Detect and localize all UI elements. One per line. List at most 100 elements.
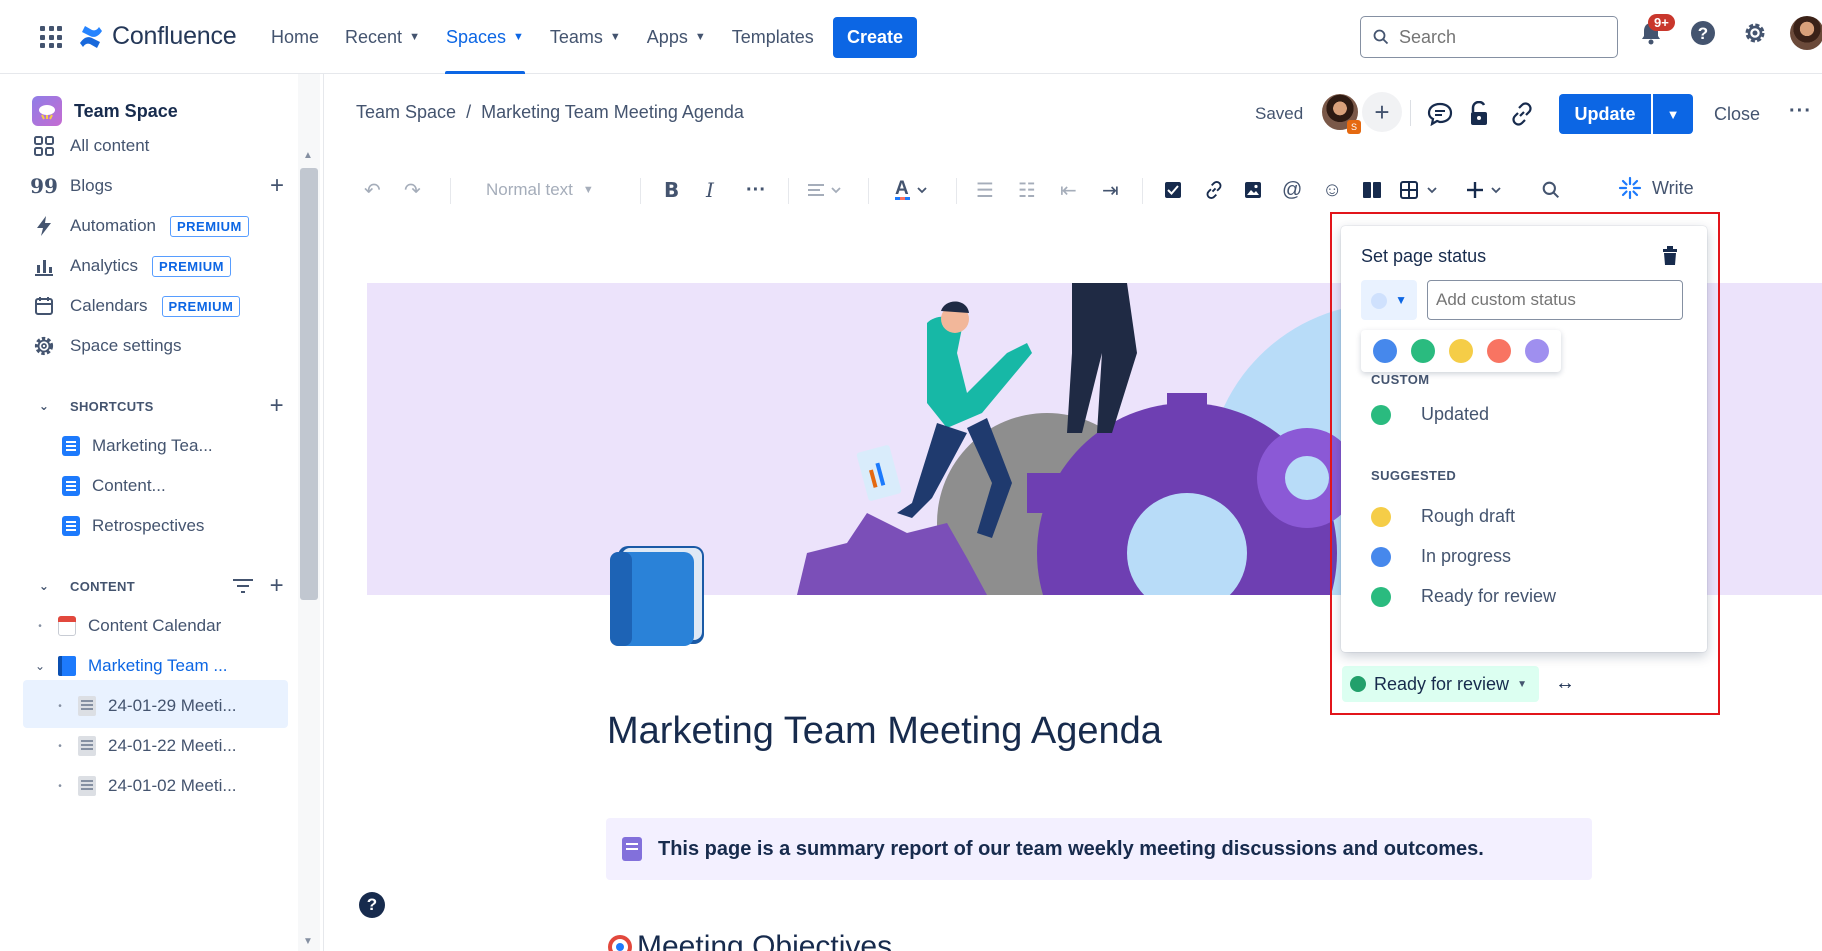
header-divider bbox=[1410, 100, 1411, 126]
space-header[interactable]: Team Space bbox=[32, 96, 178, 126]
bullet-list-icon[interactable]: ☰ bbox=[976, 176, 994, 204]
grid-icon bbox=[32, 136, 56, 156]
sidebar-item-blogs[interactable]: 99 Blogs + bbox=[30, 166, 294, 206]
inline-comment-button[interactable] bbox=[1426, 100, 1454, 128]
bold-icon[interactable]: B bbox=[664, 176, 679, 204]
more-actions-icon[interactable]: ··· bbox=[1789, 100, 1812, 123]
top-navigation: Confluence Home Recent ▼ Spaces ▼ Teams ▼ Apps ▼… bbox=[0, 0, 1822, 74]
section-heading[interactable]: Meeting Objectives bbox=[607, 930, 892, 951]
table-dropdown[interactable] bbox=[1400, 176, 1440, 204]
color-option[interactable] bbox=[1449, 339, 1473, 363]
cloud-icon bbox=[39, 105, 55, 120]
content-tree-item[interactable]: • 24-01-29 Meeti... bbox=[54, 686, 237, 726]
outdent-icon[interactable]: ⇤ bbox=[1060, 176, 1077, 204]
find-replace-icon[interactable] bbox=[1542, 176, 1560, 204]
settings-button[interactable] bbox=[1738, 16, 1772, 50]
shortcut-label: Retrospectives bbox=[92, 516, 205, 535]
sidebar-item-calendars[interactable]: Calendars PREMIUM bbox=[32, 286, 294, 326]
undo-icon[interactable]: ↶ bbox=[364, 176, 381, 204]
chevron-down-icon: ⌄ bbox=[38, 579, 50, 593]
color-option[interactable] bbox=[1487, 339, 1511, 363]
toolbar-divider bbox=[450, 178, 451, 204]
copy-link-button[interactable] bbox=[1508, 100, 1536, 128]
align-dropdown[interactable] bbox=[808, 176, 842, 204]
layout-icon[interactable] bbox=[1362, 176, 1382, 204]
breadcrumb-space[interactable]: Team Space bbox=[356, 102, 456, 123]
page-title[interactable]: Marketing Team Meeting Agenda bbox=[607, 710, 1162, 753]
svg-text:A: A bbox=[895, 178, 909, 199]
content-tree-item[interactable]: ⌄ Marketing Team ... bbox=[34, 646, 228, 686]
sidebar-scroll-thumb[interactable] bbox=[300, 168, 318, 600]
insert-image-icon[interactable] bbox=[1244, 176, 1262, 204]
redo-icon[interactable]: ↷ bbox=[404, 176, 421, 204]
nav-item-teams[interactable]: Teams ▼ bbox=[537, 0, 634, 74]
create-button[interactable]: Create bbox=[833, 17, 917, 58]
sidebar-item-all-content[interactable]: All content bbox=[32, 126, 294, 166]
content-tree-item[interactable]: • 24-01-22 Meeti... bbox=[54, 726, 237, 766]
mention-icon[interactable]: @ bbox=[1282, 176, 1302, 204]
scroll-up-icon[interactable]: ▲ bbox=[303, 150, 313, 161]
color-options bbox=[1361, 330, 1561, 372]
color-option[interactable] bbox=[1411, 339, 1435, 363]
add-content-icon[interactable]: + bbox=[270, 572, 284, 600]
help-button[interactable]: ? bbox=[1686, 16, 1720, 50]
invite-collaborator-button[interactable]: + bbox=[1362, 92, 1402, 132]
breadcrumb-page[interactable]: Marketing Team Meeting Agenda bbox=[481, 102, 744, 123]
scroll-down-icon[interactable]: ▼ bbox=[303, 936, 313, 947]
text-style-dropdown[interactable]: Normal text ▼ bbox=[486, 180, 594, 200]
nav-item-spaces[interactable]: Spaces ▼ bbox=[433, 0, 537, 74]
nav-item-apps[interactable]: Apps ▼ bbox=[634, 0, 719, 74]
numbered-list-icon[interactable]: ☷ bbox=[1018, 176, 1036, 204]
emoji-icon[interactable]: ☺ bbox=[1322, 176, 1342, 204]
page-emoji-book-icon[interactable] bbox=[608, 542, 708, 648]
nav-item-templates[interactable]: Templates bbox=[719, 0, 827, 74]
sidebar-item-label: Blogs bbox=[70, 176, 113, 195]
sidebar-item-analytics[interactable]: Analytics PREMIUM bbox=[32, 246, 294, 286]
shortcut-item[interactable]: Marketing Tea... bbox=[62, 426, 213, 466]
search-input[interactable] bbox=[1399, 26, 1599, 48]
chevron-down-icon[interactable]: ⌄ bbox=[34, 659, 46, 673]
sidebar-item-space-settings[interactable]: Space settings bbox=[32, 326, 294, 366]
search-box[interactable] bbox=[1360, 16, 1618, 58]
color-option[interactable] bbox=[1525, 339, 1549, 363]
indent-icon[interactable]: ⇥ bbox=[1102, 176, 1119, 204]
more-formatting-icon[interactable]: ··· bbox=[746, 176, 766, 204]
color-option[interactable] bbox=[1373, 339, 1397, 363]
insert-more-dropdown[interactable] bbox=[1466, 176, 1506, 204]
info-panel[interactable]: This page is a summary report of our tea… bbox=[606, 818, 1592, 880]
sidebar-item-automation[interactable]: Automation PREMIUM bbox=[32, 206, 294, 246]
update-options-button[interactable]: ▼ bbox=[1653, 94, 1693, 134]
add-shortcut-icon[interactable]: + bbox=[270, 392, 284, 420]
nav-item-home[interactable]: Home bbox=[258, 0, 332, 74]
chevron-down-icon: ▼ bbox=[609, 31, 621, 43]
toolbar-divider bbox=[956, 178, 957, 204]
notifications-button[interactable]: 9+ bbox=[1634, 14, 1675, 50]
content-tree-label: Marketing Team ... bbox=[88, 656, 228, 675]
shortcut-item[interactable]: Content... bbox=[62, 466, 166, 506]
bar-chart-icon bbox=[32, 256, 56, 276]
floating-help-icon[interactable]: ? bbox=[359, 892, 385, 918]
italic-icon[interactable]: I bbox=[706, 176, 714, 204]
shortcut-item[interactable]: Retrospectives bbox=[62, 506, 204, 546]
link-icon bbox=[1206, 181, 1222, 199]
ai-write-button[interactable]: Write bbox=[1618, 176, 1694, 200]
content-section-header[interactable]: ⌄ CONTENT + bbox=[32, 566, 294, 606]
filter-icon[interactable] bbox=[232, 578, 254, 594]
update-button[interactable]: Update bbox=[1559, 94, 1651, 134]
align-left-icon bbox=[808, 184, 841, 196]
task-checkbox-icon[interactable] bbox=[1164, 176, 1182, 204]
avatar[interactable] bbox=[1790, 16, 1822, 50]
shortcuts-section-header[interactable]: ⌄ SHORTCUTS + bbox=[32, 386, 294, 426]
nav-item-recent[interactable]: Recent ▼ bbox=[332, 0, 433, 74]
app-switcher-icon[interactable] bbox=[40, 26, 62, 48]
add-blog-icon[interactable]: + bbox=[270, 172, 284, 200]
search-icon bbox=[1542, 181, 1560, 199]
content-tree-item[interactable]: • 24-01-02 Meeti... bbox=[54, 766, 237, 806]
close-button[interactable]: Close bbox=[1714, 104, 1760, 125]
insert-link-icon[interactable] bbox=[1204, 176, 1224, 204]
restrictions-button[interactable] bbox=[1466, 100, 1494, 128]
confluence-logo[interactable]: Confluence bbox=[78, 22, 237, 51]
content-tree-item[interactable]: • Content Calendar bbox=[34, 606, 221, 646]
text-color-dropdown[interactable]: A bbox=[894, 176, 930, 204]
top-icon-group: 9+ ? bbox=[1634, 14, 1822, 50]
